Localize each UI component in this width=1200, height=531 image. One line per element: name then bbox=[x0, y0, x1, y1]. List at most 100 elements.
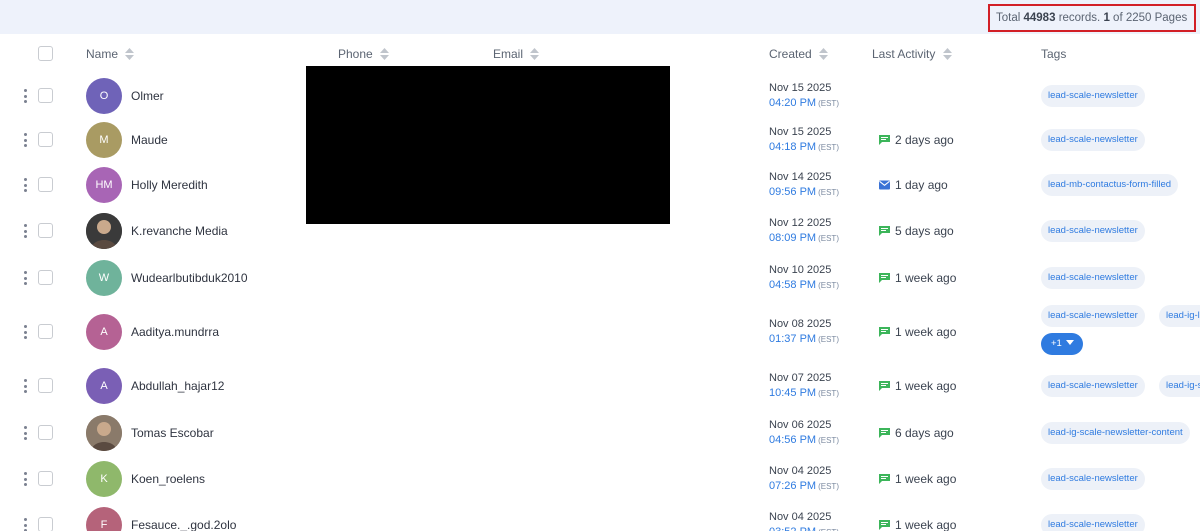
drag-handle-icon[interactable] bbox=[24, 224, 28, 240]
table-row[interactable]: K Koen_roelens Nov 04 2025 07:26 PM (EST) 1 w… bbox=[0, 456, 1200, 503]
tag-chip[interactable]: lead-scale-newsletter bbox=[1041, 468, 1145, 490]
sort-icon[interactable] bbox=[819, 48, 829, 60]
drag-handle-icon[interactable] bbox=[24, 178, 28, 194]
contact-name[interactable]: Aaditya.mundrra bbox=[131, 325, 219, 339]
drag-handle-icon[interactable] bbox=[24, 325, 28, 341]
row-select-checkbox[interactable] bbox=[38, 378, 53, 393]
created-time-value: 08:09 PM bbox=[769, 232, 817, 244]
sort-icon[interactable] bbox=[125, 48, 135, 60]
last-activity: 1 week ago bbox=[879, 271, 956, 285]
column-header-name[interactable]: Name bbox=[86, 34, 135, 74]
last-activity: 1 day ago bbox=[879, 178, 948, 192]
drag-handle-icon[interactable] bbox=[24, 379, 28, 395]
tag-chip[interactable]: lead-mb-contactus-form-filled bbox=[1041, 174, 1179, 196]
table-row[interactable]: Tomas Escobar Nov 06 2025 04:56 PM (EST) 6 d… bbox=[0, 410, 1200, 457]
avatar-initials: A bbox=[100, 326, 108, 338]
drag-handle-icon[interactable] bbox=[24, 426, 28, 442]
contact-name[interactable]: Koen_roelens bbox=[131, 472, 205, 486]
created-date: Nov 04 2025 bbox=[769, 465, 832, 477]
row-select-checkbox[interactable] bbox=[38, 324, 53, 339]
created-date: Nov 04 2025 bbox=[769, 511, 832, 523]
tag-chip[interactable]: lead-scale-newsletter bbox=[1041, 305, 1145, 327]
tag-chip[interactable]: lead-ig-le bbox=[1159, 305, 1200, 327]
contact-name[interactable]: K.revanche Media bbox=[131, 224, 228, 238]
avatar-photo-icon bbox=[86, 213, 122, 249]
last-activity-text: 5 days ago bbox=[895, 224, 954, 238]
column-header-tags: Tags bbox=[1041, 34, 1066, 74]
tag-chip[interactable]: lead-scale-newsletter bbox=[1041, 129, 1145, 151]
timezone-label: (EST) bbox=[818, 436, 839, 445]
column-header-created[interactable]: Created bbox=[769, 34, 829, 74]
table-row[interactable]: A Abdullah_hajar12 Nov 07 2025 10:45 PM (EST… bbox=[0, 362, 1200, 411]
row-select-checkbox[interactable] bbox=[38, 471, 53, 486]
avatar-initials: O bbox=[99, 90, 109, 102]
sort-icon[interactable] bbox=[942, 48, 952, 60]
avatar: O bbox=[86, 78, 122, 114]
message-icon bbox=[879, 226, 890, 236]
contact-name[interactable]: Fesauce._.god.2olo bbox=[131, 518, 236, 531]
contact-name[interactable]: Abdullah_hajar12 bbox=[131, 379, 224, 393]
last-activity-text: 1 week ago bbox=[895, 271, 957, 285]
created-time: 04:58 PM (EST) bbox=[769, 279, 839, 291]
tag-chip[interactable]: lead-ig-scale-newsletter-content bbox=[1041, 422, 1190, 444]
column-header-label: Phone bbox=[338, 47, 373, 61]
created-time-value: 01:37 PM bbox=[769, 333, 817, 345]
created-time-value: 07:26 PM bbox=[769, 480, 817, 492]
drag-handle-icon[interactable] bbox=[24, 271, 28, 287]
row-select-checkbox[interactable] bbox=[38, 88, 53, 103]
avatar-initials: A bbox=[100, 380, 108, 392]
drag-handle-icon[interactable] bbox=[24, 518, 28, 531]
avatar-photo-icon bbox=[86, 415, 122, 451]
table-row[interactable]: A Aaditya.mundrra Nov 08 2025 01:37 PM (EST)… bbox=[0, 302, 1200, 363]
last-activity-text: 1 day ago bbox=[895, 178, 948, 192]
total-records-count: 44983 bbox=[1023, 12, 1056, 24]
contact-name[interactable]: Wudearlbutibduk2010 bbox=[131, 271, 248, 285]
message-icon bbox=[879, 327, 890, 337]
records-summary: Total 44983 records. 1 of 2250 Pages bbox=[988, 4, 1196, 32]
column-header-last-activity[interactable]: Last Activity bbox=[872, 34, 952, 74]
column-header-label: Last Activity bbox=[872, 47, 936, 61]
message-icon bbox=[879, 273, 890, 283]
contact-name[interactable]: Olmer bbox=[131, 89, 164, 103]
sort-icon[interactable] bbox=[530, 48, 540, 60]
created-time: 04:20 PM (EST) bbox=[769, 97, 839, 109]
tag-chip[interactable]: lead-scale-newsletter bbox=[1041, 85, 1145, 107]
last-activity: 1 week ago bbox=[879, 379, 956, 393]
current-page-number: 1 bbox=[1103, 12, 1110, 24]
row-select-checkbox[interactable] bbox=[38, 270, 53, 285]
table-row[interactable]: F Fesauce._.god.2olo Nov 04 2025 03:52 PM(E… bbox=[0, 502, 1200, 531]
contact-name[interactable]: Maude bbox=[131, 133, 168, 147]
last-activity: 6 days ago bbox=[879, 426, 954, 440]
more-tags-button[interactable]: +1 bbox=[1041, 333, 1083, 355]
drag-handle-icon[interactable] bbox=[24, 89, 28, 105]
message-icon bbox=[879, 381, 890, 391]
contact-name[interactable]: Holly Meredith bbox=[131, 178, 208, 192]
drag-handle-icon[interactable] bbox=[24, 133, 28, 149]
row-select-checkbox[interactable] bbox=[38, 132, 53, 147]
avatar: K bbox=[86, 461, 122, 497]
drag-handle-icon[interactable] bbox=[24, 472, 28, 488]
tag-chip[interactable]: lead-scale-newsletter bbox=[1041, 375, 1145, 397]
sort-icon[interactable] bbox=[380, 48, 390, 60]
redacted-region bbox=[306, 66, 670, 224]
tag-chip[interactable]: lead-scale-newsletter bbox=[1041, 220, 1145, 242]
row-select-checkbox[interactable] bbox=[38, 223, 53, 238]
tag-chip[interactable]: lead-scale-newsletter bbox=[1041, 267, 1145, 289]
row-select-checkbox[interactable] bbox=[38, 517, 53, 531]
tag-chip[interactable]: lead-scale-newsletter bbox=[1041, 514, 1145, 531]
created-date: Nov 06 2025 bbox=[769, 419, 832, 431]
summary-prefix: Total bbox=[996, 12, 1021, 24]
select-all-checkbox[interactable] bbox=[38, 46, 53, 61]
row-select-checkbox[interactable] bbox=[38, 177, 53, 192]
created-time-value: 04:20 PM bbox=[769, 97, 817, 109]
last-activity-text: 1 week ago bbox=[895, 472, 957, 486]
created-time: 10:45 PM (EST) bbox=[769, 387, 839, 399]
table-row[interactable]: W Wudearlbutibduk2010 Nov 10 2025 04:58 PM(… bbox=[0, 254, 1200, 303]
message-icon bbox=[879, 428, 890, 438]
column-header-label: Email bbox=[493, 47, 524, 61]
created-time: 04:18 PM (EST) bbox=[769, 141, 839, 153]
contact-name[interactable]: Tomas Escobar bbox=[131, 426, 214, 440]
row-select-checkbox[interactable] bbox=[38, 425, 53, 440]
created-time-value: 09:56 PM bbox=[769, 186, 817, 198]
tag-chip[interactable]: lead-ig-s bbox=[1159, 375, 1200, 397]
